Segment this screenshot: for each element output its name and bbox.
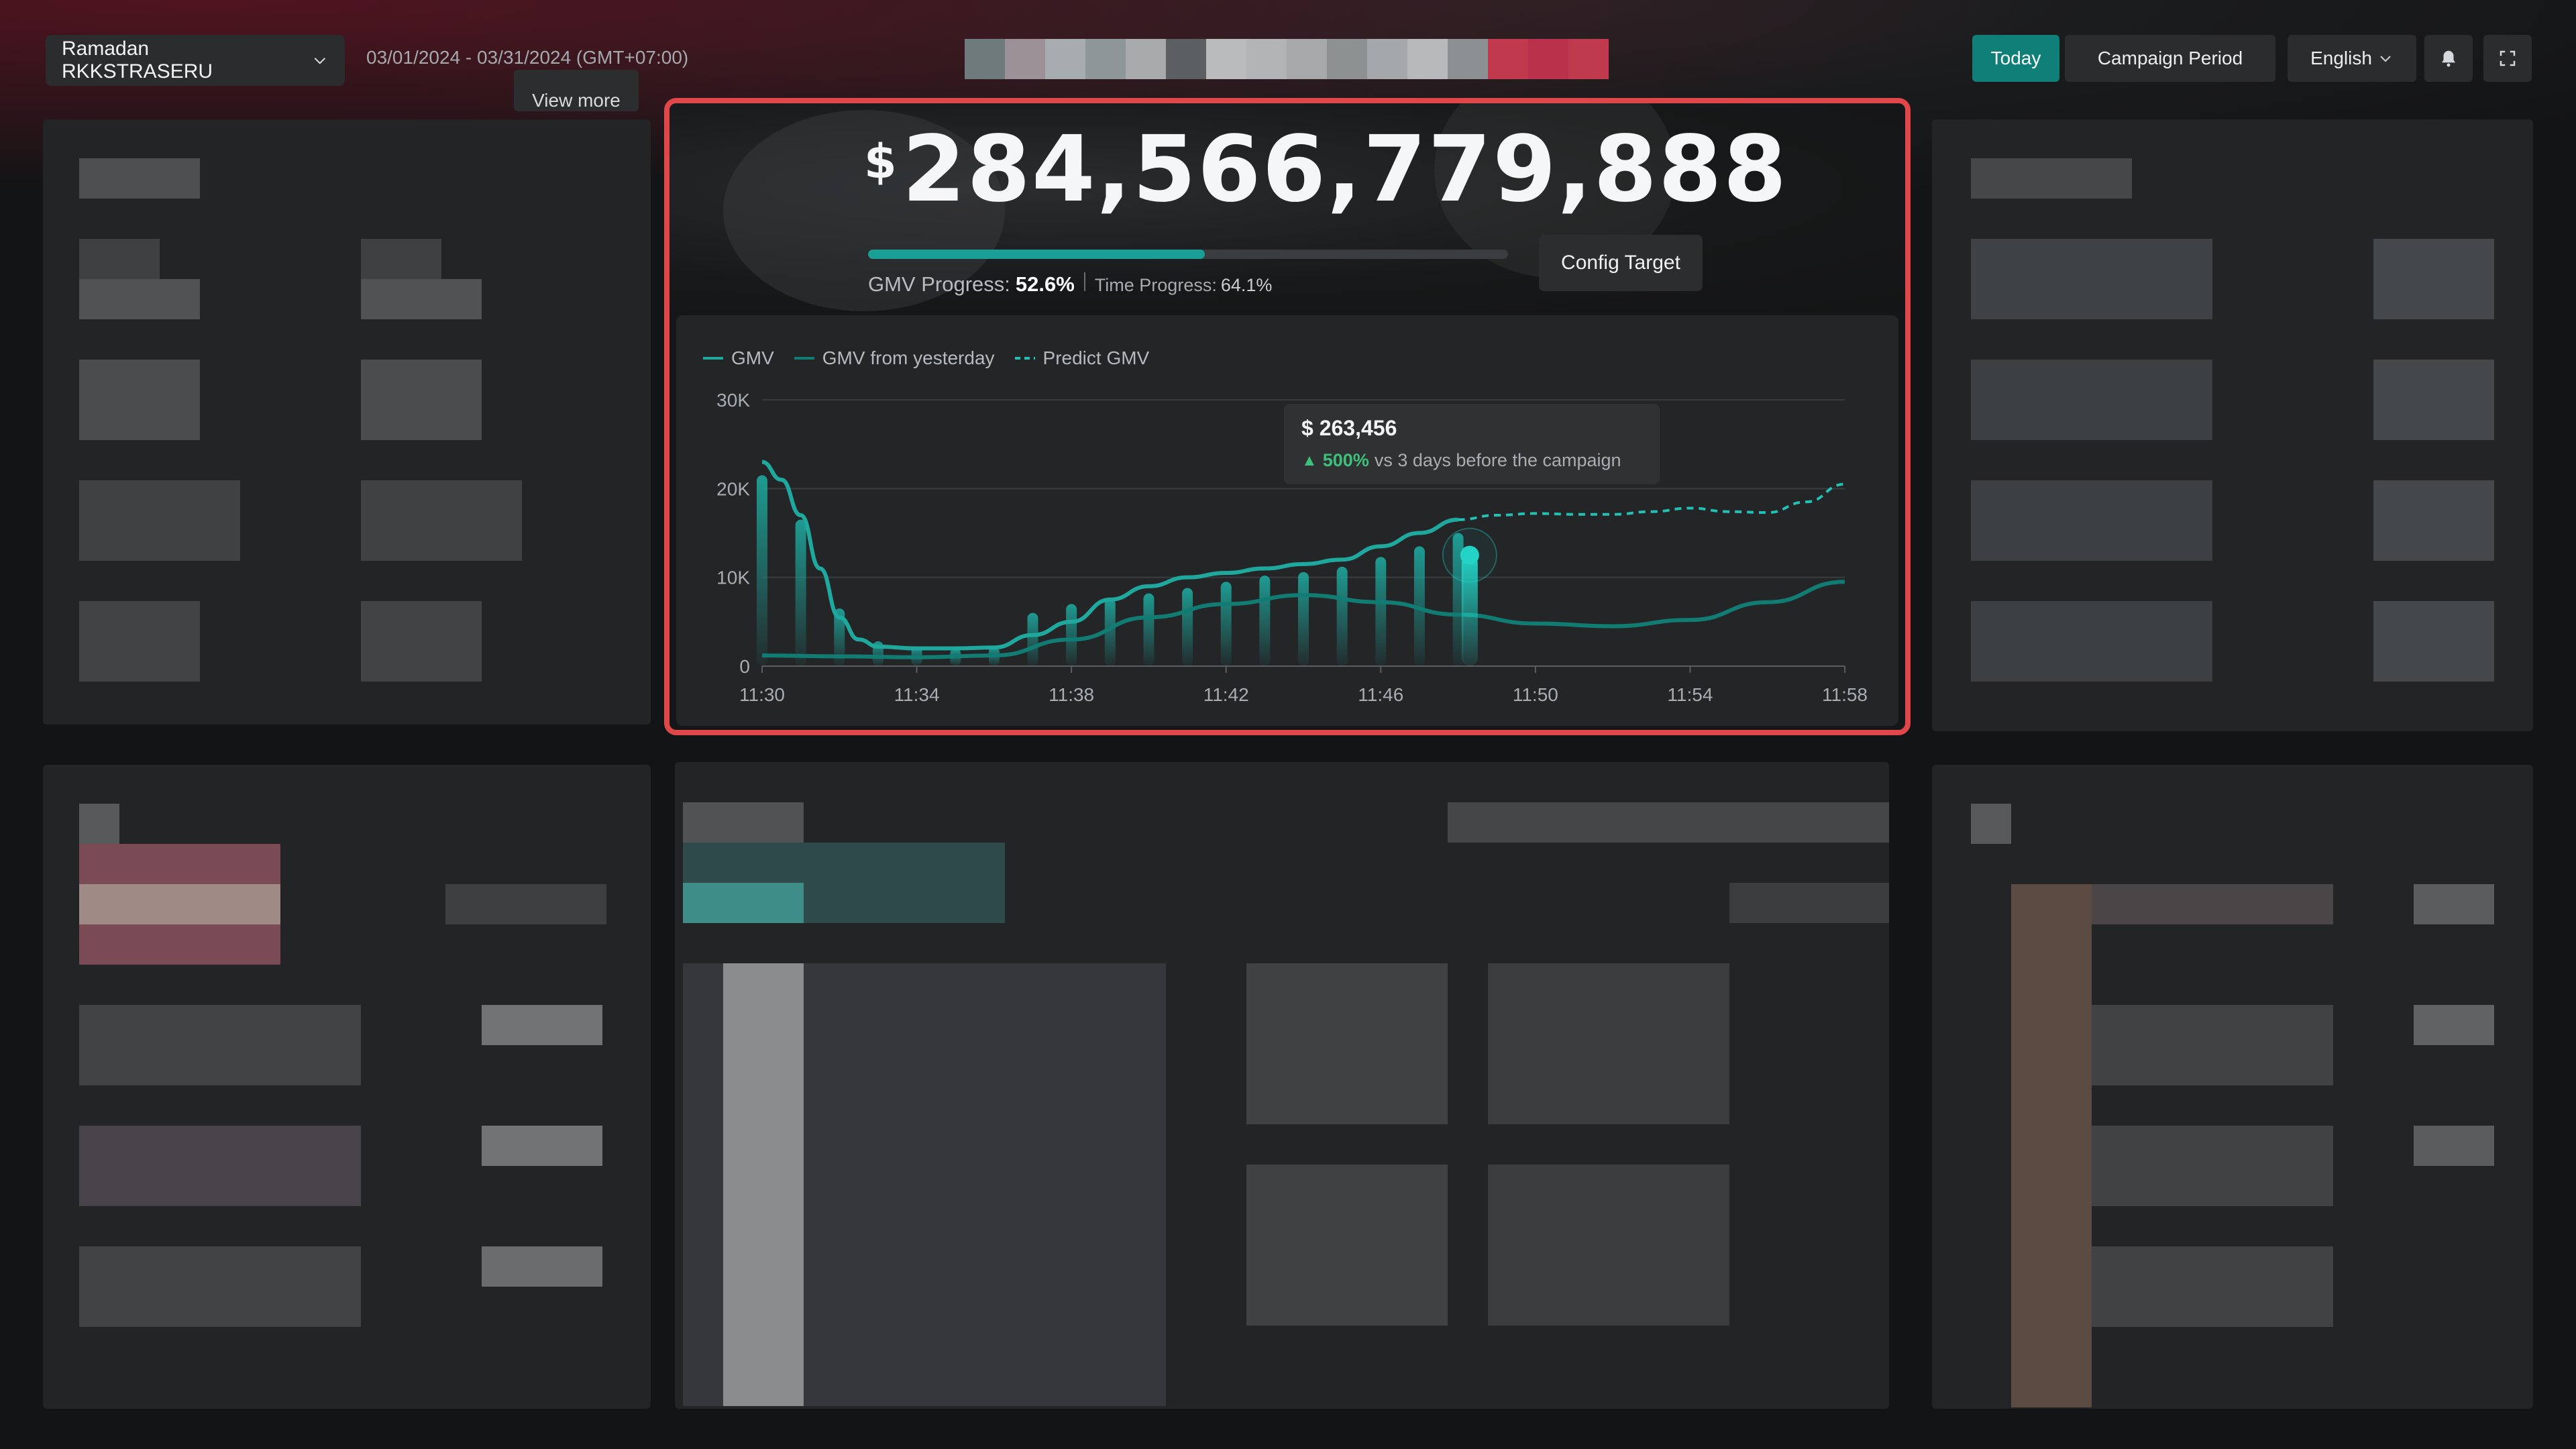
campaign-name: Ramadan RKKSTRASERU: [62, 38, 213, 83]
predict-gmv-line: [1458, 482, 1845, 521]
bell-icon: [2442, 50, 2455, 67]
gmv-progress-label: GMV Progress:: [868, 272, 1010, 296]
x-tick-label: 11:42: [1203, 684, 1249, 705]
gmv-bar: [1143, 593, 1155, 666]
x-tick-label: 11:54: [1667, 684, 1713, 705]
view-more-button[interactable]: View more: [514, 70, 639, 111]
gmv-bar: [1182, 588, 1193, 666]
y-tick-label: 20K: [716, 478, 750, 499]
gmv-bar: [1066, 604, 1077, 666]
gmv-hero: $284,566,779,888 GMV Progress: 52.6% Tim…: [669, 103, 1905, 311]
gmv-bar: [1259, 576, 1271, 666]
x-tick-label: 11:50: [1513, 684, 1558, 705]
gmv-chart-panel: GMV GMV from yesterday Predict GMV 0 10K 2…: [676, 315, 1898, 726]
currency-symbol: $: [864, 134, 898, 189]
gmv-amount: 284,566,779,888: [902, 117, 1788, 223]
gmv-progress-bar: [868, 250, 1508, 259]
gmv-bar: [757, 475, 767, 666]
gmv-bar: [1375, 557, 1387, 666]
chart-tooltip: $ 263,456 ▲ 500% vs 3 days before the ca…: [1284, 404, 1660, 484]
x-tick-label: 11:34: [894, 684, 940, 705]
gmv-bar: [1220, 582, 1232, 666]
progress-summary: GMV Progress: 52.6% Time Progress: 64.1%: [868, 272, 1272, 297]
gmv-total: $284,566,779,888: [864, 117, 1788, 223]
blurred-banner: [965, 39, 1609, 79]
highlight-bar: [1461, 555, 1478, 666]
config-target-button[interactable]: Config Target: [1539, 235, 1703, 291]
gmv-bar: [1027, 612, 1038, 666]
tooltip-change: ▲ 500% vs 3 days before the campaign: [1301, 450, 1642, 471]
x-tick-label: 11:58: [1822, 684, 1868, 705]
language-label: English: [2310, 48, 2372, 68]
time-progress-value: 64.1%: [1220, 275, 1273, 295]
campaign-period-button[interactable]: Campaign Period: [2065, 35, 2275, 82]
chevron-down-icon: [314, 58, 326, 64]
fullscreen-icon: [2500, 50, 2516, 66]
right-top-panel: [1932, 119, 2533, 731]
tooltip-value: $ 263,456: [1301, 416, 1397, 440]
campaign-selector[interactable]: Ramadan RKKSTRASERU: [46, 35, 345, 86]
time-progress-label: Time Progress:: [1094, 275, 1217, 295]
arrow-up-icon: ▲: [1301, 451, 1318, 470]
left-bottom-panel: [43, 765, 651, 1409]
gmv-progress-value: 52.6%: [1015, 272, 1075, 296]
notification-button[interactable]: [2424, 35, 2473, 82]
x-tick-label: 11:38: [1049, 684, 1094, 705]
y-tick-label: 30K: [716, 390, 750, 411]
divider: [1083, 272, 1085, 291]
y-tick-label: 10K: [716, 568, 750, 588]
chevron-down-icon: [2380, 56, 2391, 62]
gmv-progress-fill: [868, 250, 1205, 259]
left-top-panel: [43, 119, 651, 724]
time-progress: Time Progress: 64.1%: [1095, 275, 1273, 296]
center-bottom-panel: [675, 762, 1889, 1409]
tooltip-change-pct: 500%: [1322, 450, 1369, 470]
y-tick-label: 0: [739, 656, 750, 677]
x-tick-label: 11:30: [739, 684, 785, 705]
highlight-dot: [1460, 545, 1479, 565]
x-tick-label: 11:46: [1358, 684, 1403, 705]
gmv-bar: [795, 519, 806, 666]
date-range: 03/01/2024 - 03/31/2024 (GMT+07:00): [366, 47, 689, 68]
gmv-bar: [1336, 566, 1348, 666]
tooltip-change-text: vs 3 days before the campaign: [1374, 450, 1621, 470]
language-selector[interactable]: English: [2288, 35, 2416, 82]
today-button[interactable]: Today: [1972, 35, 2059, 82]
gmv-line-chart[interactable]: 0 10K 20K 30K 11:30 11:34 11:38 11:42 11:46 11:50…: [676, 315, 1898, 726]
gmv-focus-card: $284,566,779,888 GMV Progress: 52.6% Tim…: [664, 98, 1911, 735]
right-bottom-panel: [1932, 765, 2533, 1409]
fullscreen-button[interactable]: [2483, 35, 2532, 82]
gmv-bar: [1298, 572, 1309, 666]
